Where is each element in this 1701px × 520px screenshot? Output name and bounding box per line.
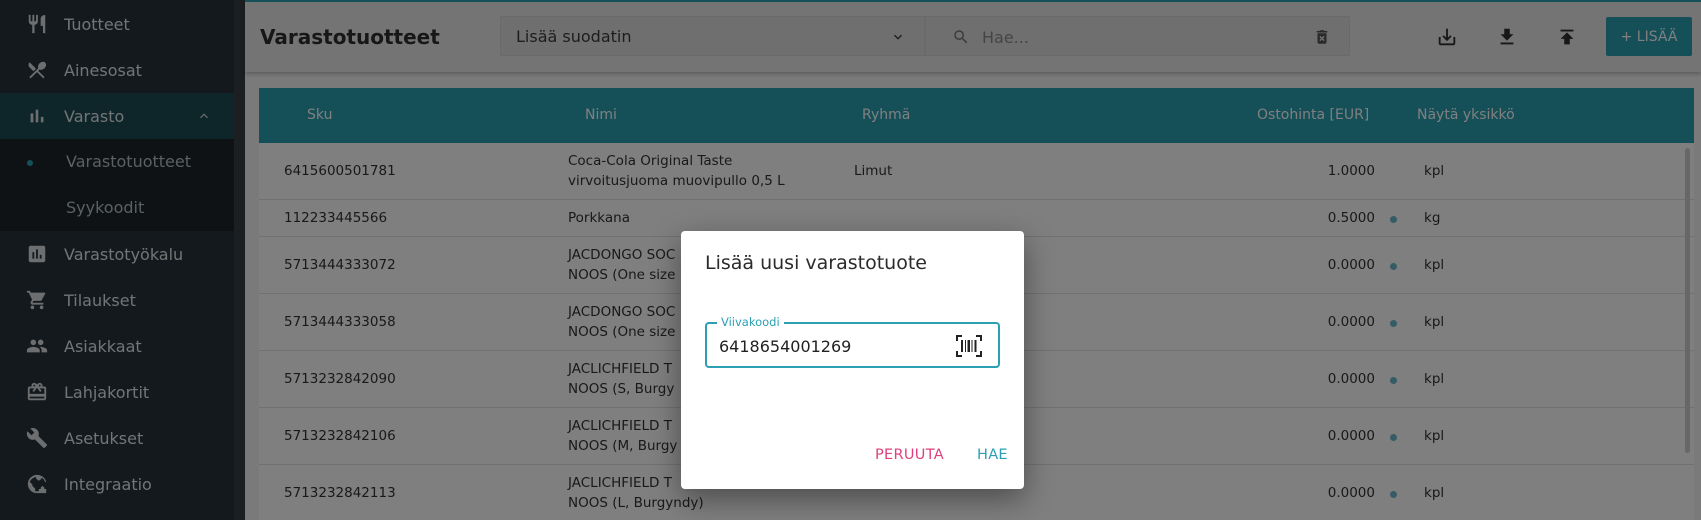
- add-inventory-product-dialog: Lisää uusi varastotuote Viivakoodi PERUU…: [681, 231, 1024, 489]
- barcode-scan-icon[interactable]: [956, 335, 982, 357]
- search-button[interactable]: HAE: [977, 447, 1008, 463]
- barcode-field-label: Viivakoodi: [717, 315, 784, 329]
- cancel-button[interactable]: PERUUTA: [875, 447, 944, 463]
- barcode-field: Viivakoodi: [705, 315, 1000, 368]
- dialog-title: Lisää uusi varastotuote: [705, 252, 927, 274]
- barcode-input[interactable]: [719, 334, 939, 358]
